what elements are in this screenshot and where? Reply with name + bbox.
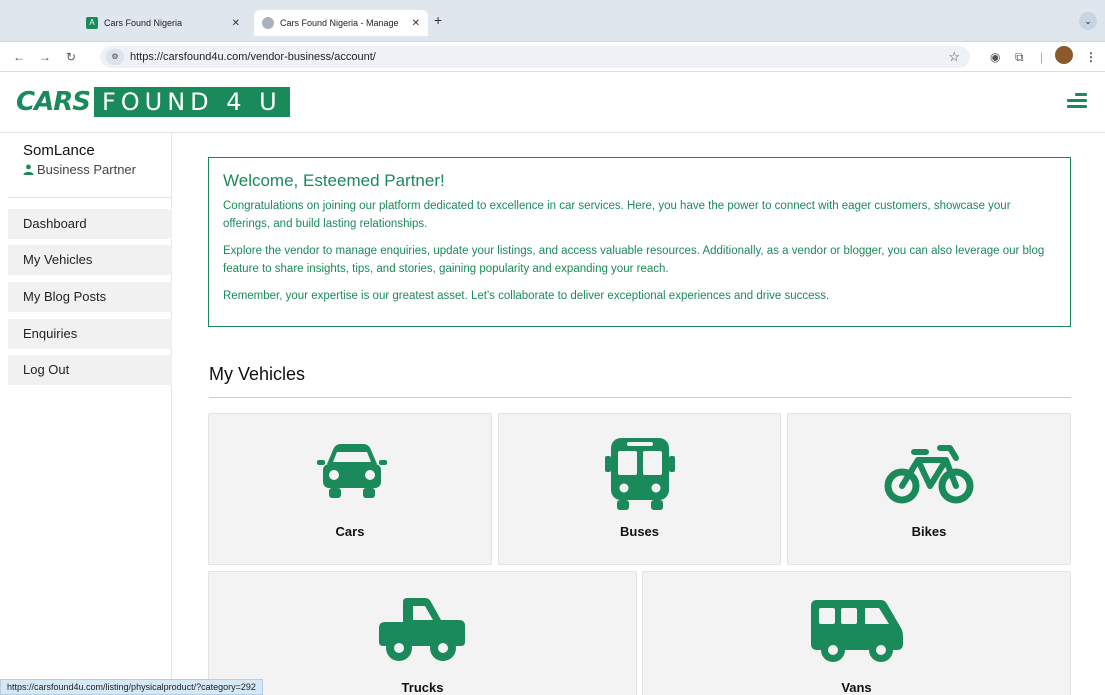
category-label: Trucks (401, 680, 444, 695)
browser-tab-2[interactable]: Cars Found Nigeria - Manage ✕ (254, 10, 428, 36)
browser-tab-bar: A Cars Found Nigeria ✕ Cars Found Nigeri… (0, 0, 1105, 42)
close-icon[interactable]: ✕ (232, 18, 240, 29)
site-header: CARS FOUND 4 U (0, 73, 1105, 133)
toolbar-divider: | (1040, 50, 1044, 64)
category-card-buses[interactable]: Buses (498, 413, 781, 565)
category-label: Buses (619, 524, 660, 539)
back-icon[interactable]: ← (12, 50, 26, 64)
welcome-title: Welcome, Esteemed Partner! (223, 171, 445, 190)
welcome-panel: Welcome, Esteemed Partner! Congratulatio… (208, 157, 1071, 327)
bookmark-star-icon[interactable]: ☆ (948, 49, 960, 65)
sidebar-divider (8, 197, 172, 198)
welcome-paragraph: Remember, your expertise is our greatest… (223, 290, 830, 302)
section-divider (209, 397, 1071, 398)
car-icon (317, 444, 387, 498)
category-label: Bikes (911, 524, 947, 539)
sidebar-item-enquiries[interactable]: Enquiries (8, 319, 172, 349)
more-menu-icon[interactable]: ⋮ (1085, 50, 1097, 64)
tab-search-icon[interactable]: ⌄ (1079, 12, 1097, 30)
my-vehicles-heading: My Vehicles (209, 364, 306, 384)
sidebar-item-log-out[interactable]: Log Out (8, 355, 172, 385)
bike-icon (884, 445, 974, 504)
category-label: Vans (841, 680, 872, 695)
reload-icon[interactable]: ↻ (64, 50, 78, 64)
category-card-cars[interactable]: Cars (208, 413, 492, 565)
profile-avatar[interactable] (1055, 46, 1073, 64)
welcome-paragraph: Congratulations on joining our platform … (223, 200, 1011, 230)
truck-icon (379, 598, 465, 661)
close-icon[interactable]: ✕ (412, 18, 420, 29)
url-text: https://carsfound4u.com/vendor-business/… (130, 51, 376, 63)
address-bar[interactable]: ⚙ https://carsfound4u.com/vendor-busines… (100, 46, 970, 68)
menu-icon[interactable] (1067, 93, 1087, 111)
van-icon (811, 600, 903, 662)
tab-title: Cars Found Nigeria (104, 18, 183, 28)
user-role: Business Partner (23, 162, 136, 177)
sidebar-item-dashboard[interactable]: Dashboard (8, 209, 172, 239)
forward-icon[interactable]: → (38, 50, 52, 64)
welcome-paragraph: Explore the vendor to manage enquiries, … (223, 245, 1045, 275)
globe-icon (262, 17, 274, 29)
bus-icon (605, 438, 675, 510)
category-label: Cars (335, 524, 365, 539)
camera-icon[interactable]: ◉ (990, 50, 1000, 64)
logo-found-text: FOUND 4 U (93, 87, 290, 117)
username: SomLance (23, 142, 95, 159)
site-logo[interactable]: CARS FOUND 4 U (16, 87, 290, 117)
sidebar-item-my-blog-posts[interactable]: My Blog Posts (8, 282, 172, 312)
new-tab-button[interactable]: + (434, 12, 442, 28)
logo-cars-text: CARS (16, 87, 91, 117)
sidebar-item-my-vehicles[interactable]: My Vehicles (8, 245, 172, 275)
tab-title: Cars Found Nigeria - Manage (280, 18, 399, 28)
user-icon (23, 164, 34, 175)
site-info-icon[interactable]: ⚙ (106, 49, 124, 65)
browser-tab-1[interactable]: A Cars Found Nigeria ✕ (78, 12, 248, 34)
category-card-bikes[interactable]: Bikes (787, 413, 1071, 565)
browser-toolbar: ← → ↻ ⚙ https://carsfound4u.com/vendor-b… (0, 42, 1105, 72)
sidebar: SomLance Business Partner Dashboard My V… (8, 133, 172, 695)
extensions-icon[interactable]: ⧉ (1015, 50, 1024, 65)
category-card-trucks[interactable]: Trucks (208, 571, 637, 695)
category-card-vans[interactable]: Vans (642, 571, 1071, 695)
role-label: Business Partner (37, 162, 136, 177)
link-status-bar: https://carsfound4u.com/listing/physical… (0, 679, 263, 695)
site-favicon-icon: A (86, 17, 98, 29)
